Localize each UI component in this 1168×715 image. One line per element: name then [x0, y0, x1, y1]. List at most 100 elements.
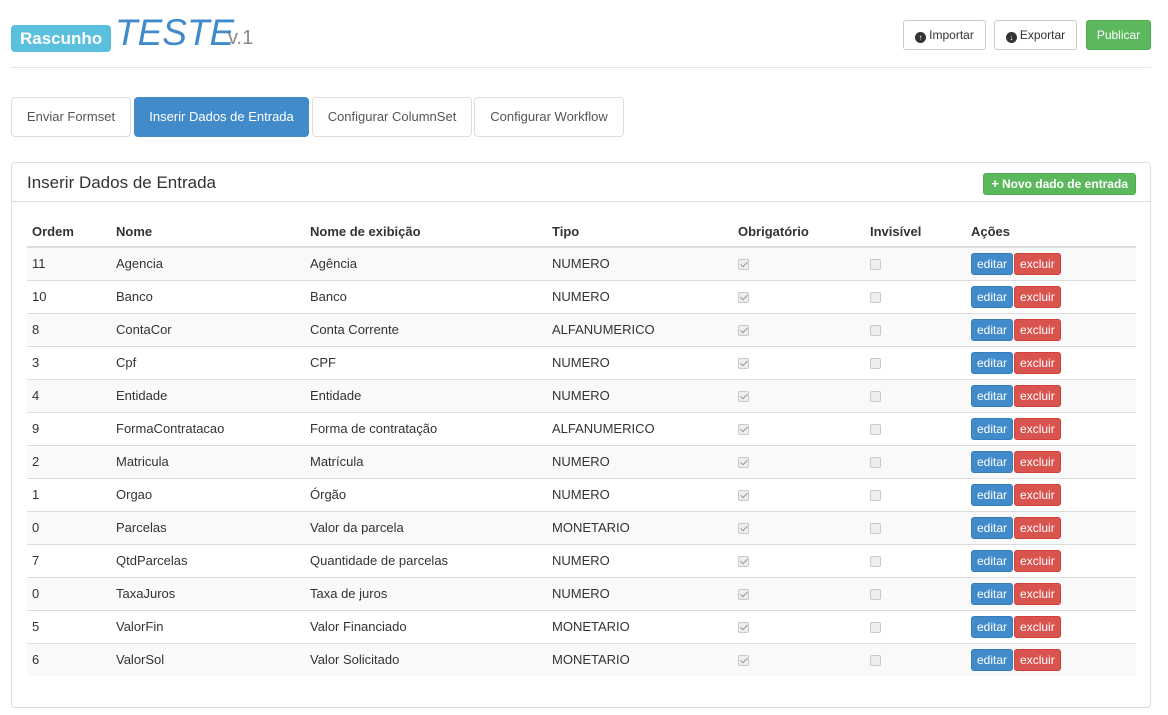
obrigatorio-checkbox[interactable]: [738, 622, 749, 634]
obrigatorio-checkbox[interactable]: [738, 292, 749, 304]
cell-tipo: NUMERO: [547, 477, 733, 511]
invisivel-checkbox[interactable]: [870, 292, 881, 304]
delete-button[interactable]: excluir: [1014, 417, 1061, 440]
obrigatorio-checkbox[interactable]: [738, 655, 749, 667]
edit-button[interactable]: editar: [971, 516, 1014, 539]
obrigatorio-checkbox[interactable]: [738, 589, 749, 601]
new-input-button[interactable]: + Novo dado de entrada: [983, 173, 1136, 195]
cell-tipo: NUMERO: [547, 576, 733, 610]
cell-nome: ValorSol: [111, 642, 305, 676]
obrigatorio-checkbox[interactable]: [738, 556, 749, 568]
cell-nome-exibicao: Matrícula: [305, 444, 547, 478]
invisivel-checkbox[interactable]: [870, 457, 881, 469]
delete-button[interactable]: excluir: [1014, 318, 1061, 341]
delete-button[interactable]: excluir: [1014, 516, 1061, 539]
delete-button[interactable]: excluir: [1014, 285, 1061, 308]
table-row: 1 Orgao Órgão NUMERO editar excluir: [27, 477, 1136, 511]
table-row: 8 ContaCor Conta Corrente ALFANUMERICO edita…: [27, 312, 1136, 346]
cell-acoes: editar excluir: [966, 543, 1136, 577]
cell-obrigatorio: [733, 411, 865, 445]
cell-nome-exibicao: Valor Financiado: [305, 609, 547, 643]
invisivel-checkbox[interactable]: [870, 358, 881, 370]
invisivel-checkbox[interactable]: [870, 424, 881, 436]
cell-nome-exibicao: Valor da parcela: [305, 510, 547, 544]
delete-button[interactable]: excluir: [1014, 615, 1061, 638]
cell-nome: ValorFin: [111, 609, 305, 643]
table-row: 10 Banco Banco NUMERO editar excluir: [27, 279, 1136, 313]
tab-configurar-workflow[interactable]: Configurar Workflow: [474, 97, 624, 137]
cell-acoes: editar excluir: [966, 477, 1136, 511]
delete-button[interactable]: excluir: [1014, 252, 1061, 275]
invisivel-checkbox[interactable]: [870, 391, 881, 403]
delete-button[interactable]: excluir: [1014, 549, 1061, 572]
cell-tipo: NUMERO: [547, 345, 733, 379]
invisivel-checkbox[interactable]: [870, 556, 881, 568]
cell-ordem: 8: [27, 312, 111, 346]
cell-obrigatorio: [733, 345, 865, 379]
edit-button[interactable]: editar: [971, 549, 1014, 572]
invisivel-checkbox[interactable]: [870, 259, 881, 271]
edit-button[interactable]: editar: [971, 252, 1014, 275]
edit-button[interactable]: editar: [971, 648, 1014, 671]
delete-button[interactable]: excluir: [1014, 582, 1061, 605]
cell-invisivel: [865, 345, 966, 379]
tab-enviar-formset[interactable]: Enviar Formset: [11, 97, 131, 137]
column-header-invisivel: Invisível: [865, 217, 966, 248]
publish-button[interactable]: Publicar: [1086, 20, 1151, 50]
delete-button[interactable]: excluir: [1014, 483, 1061, 506]
input-data-table: Ordem Nome Nome de exibição Tipo Obrigat…: [27, 217, 1136, 676]
tab-inserir-dados[interactable]: Inserir Dados de Entrada: [134, 97, 309, 137]
invisivel-checkbox[interactable]: [870, 589, 881, 601]
edit-button[interactable]: editar: [971, 318, 1014, 341]
edit-button[interactable]: editar: [971, 384, 1014, 407]
cell-obrigatorio: [733, 510, 865, 544]
invisivel-checkbox[interactable]: [870, 655, 881, 667]
cell-ordem: 3: [27, 345, 111, 379]
delete-button[interactable]: excluir: [1014, 384, 1061, 407]
column-header-tipo: Tipo: [547, 217, 733, 248]
cell-acoes: editar excluir: [966, 279, 1136, 313]
edit-button[interactable]: editar: [971, 615, 1014, 638]
page-title: TESTE: [115, 12, 235, 53]
cell-invisivel: [865, 642, 966, 676]
invisivel-checkbox[interactable]: [870, 622, 881, 634]
obrigatorio-checkbox[interactable]: [738, 358, 749, 370]
import-button[interactable]: ↑ Importar: [903, 20, 986, 50]
edit-button[interactable]: editar: [971, 417, 1014, 440]
table-row: 0 TaxaJuros Taxa de juros NUMERO editar exclu…: [27, 576, 1136, 610]
invisivel-checkbox[interactable]: [870, 325, 881, 337]
delete-button[interactable]: excluir: [1014, 351, 1061, 374]
invisivel-checkbox[interactable]: [870, 490, 881, 502]
obrigatorio-checkbox[interactable]: [738, 523, 749, 535]
cell-nome: ContaCor: [111, 312, 305, 346]
edit-button[interactable]: editar: [971, 351, 1014, 374]
obrigatorio-checkbox[interactable]: [738, 424, 749, 436]
export-button[interactable]: ↓ Exportar: [994, 20, 1077, 50]
edit-button[interactable]: editar: [971, 285, 1014, 308]
cell-nome: Matricula: [111, 444, 305, 478]
cell-acoes: editar excluir: [966, 411, 1136, 445]
cell-nome-exibicao: CPF: [305, 345, 547, 379]
download-icon: ↓: [1005, 32, 1017, 43]
cell-nome: FormaContratacao: [111, 411, 305, 445]
edit-button[interactable]: editar: [971, 483, 1014, 506]
obrigatorio-checkbox[interactable]: [738, 325, 749, 337]
cell-ordem: 7: [27, 543, 111, 577]
edit-button[interactable]: editar: [971, 582, 1014, 605]
delete-button[interactable]: excluir: [1014, 648, 1061, 671]
invisivel-checkbox[interactable]: [870, 523, 881, 535]
cell-acoes: editar excluir: [966, 642, 1136, 676]
obrigatorio-checkbox[interactable]: [738, 259, 749, 271]
obrigatorio-checkbox[interactable]: [738, 391, 749, 403]
cell-tipo: NUMERO: [547, 378, 733, 412]
edit-button[interactable]: editar: [971, 450, 1014, 473]
new-input-button-label: Novo dado de entrada: [1001, 177, 1128, 191]
obrigatorio-checkbox[interactable]: [738, 490, 749, 502]
cell-nome-exibicao: Entidade: [305, 378, 547, 412]
column-header-nome-exibicao: Nome de exibição: [305, 217, 547, 248]
tab-configurar-columnset[interactable]: Configurar ColumnSet: [312, 97, 472, 137]
obrigatorio-checkbox[interactable]: [738, 457, 749, 469]
cell-obrigatorio: [733, 477, 865, 511]
cell-tipo: ALFANUMERICO: [547, 411, 733, 445]
delete-button[interactable]: excluir: [1014, 450, 1061, 473]
